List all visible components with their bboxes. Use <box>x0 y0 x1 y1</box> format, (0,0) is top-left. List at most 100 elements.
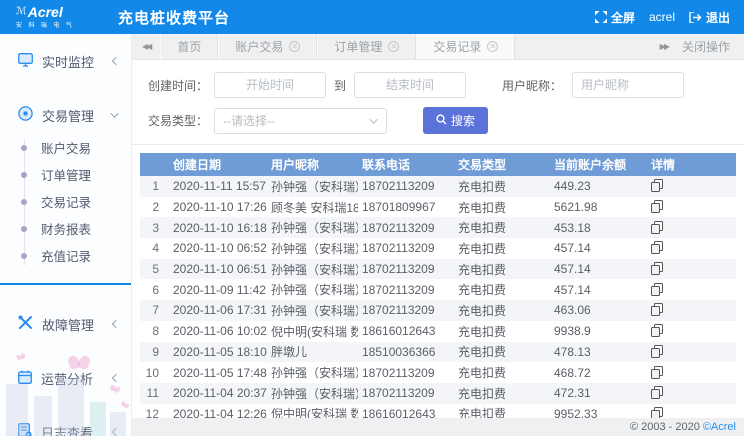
row-index: 5 <box>140 259 169 280</box>
tab-label: 账户交易 <box>235 38 283 55</box>
detail-copy-icon[interactable] <box>651 407 663 418</box>
detail-copy-icon[interactable] <box>651 200 663 216</box>
row-balance: 457.14 <box>550 259 647 280</box>
logo-brand-row: ℳ Acrel <box>16 6 118 19</box>
row-balance: 449.23 <box>550 176 647 197</box>
detail-copy-icon[interactable] <box>651 386 663 402</box>
start-time-input[interactable] <box>214 72 326 98</box>
sidebar-subitem[interactable]: 订单管理 <box>0 161 131 188</box>
tab-close-icon[interactable]: ✕ <box>487 41 498 52</box>
acrel-link[interactable]: ©Acrel <box>703 421 736 433</box>
username[interactable]: acrel <box>649 10 675 24</box>
sidebar-item-trade-management[interactable]: 交易管理 <box>0 100 131 130</box>
detail-copy-icon[interactable] <box>651 324 663 340</box>
logout-icon <box>689 12 702 23</box>
sidebar-subitem[interactable]: 财务报表 <box>0 215 131 242</box>
sidebar-subitem-label: 订单管理 <box>41 165 91 184</box>
detail-copy-icon[interactable] <box>651 345 663 361</box>
trade-type-select[interactable]: --请选择-- <box>214 108 387 134</box>
row-nickname: 胖墩儿 <box>267 342 358 363</box>
log-document-icon <box>18 423 32 436</box>
row-balance: 5621.98 <box>550 197 647 218</box>
row-nickname: 孙钟强（安科瑞） <box>267 279 358 300</box>
detail-copy-icon[interactable] <box>651 366 663 382</box>
tab-home[interactable]: 首页 <box>160 34 218 59</box>
filter-row-2: 交易类型： --请选择-- 搜索 <box>148 107 728 134</box>
sidebar-item-fault-management[interactable]: 故障管理 <box>0 309 131 339</box>
row-nickname: 倪中明(安科瑞 数据部)1 <box>267 321 358 342</box>
logout-label: 退出 <box>706 9 730 26</box>
table-row: 1 2020-11-11 15:57:23 孙钟强（安科瑞） 187021132… <box>140 176 736 197</box>
table-row: 2 2020-11-10 17:26:11 顾冬美 安科瑞1870180 187… <box>140 197 736 218</box>
row-index: 10 <box>140 362 169 383</box>
tab-account-trade[interactable]: 账户交易 ✕ <box>218 34 317 59</box>
row-nickname: 孙钟强（安科瑞） <box>267 362 358 383</box>
tab-close-icon[interactable]: ✕ <box>289 41 300 52</box>
table-header: 创建日期 用户昵称 联系电话 交易类型 当前账户余额 详情 <box>140 153 736 176</box>
table-row: 5 2020-11-10 06:51:44 孙钟强（安科瑞） 187021132… <box>140 259 736 280</box>
nickname-input[interactable] <box>572 72 684 98</box>
butterfly-icon <box>16 353 26 361</box>
tab-order-management[interactable]: 订单管理 ✕ <box>317 34 416 59</box>
detail-copy-icon[interactable] <box>651 241 663 257</box>
col-index <box>140 153 169 176</box>
create-time-label: 创建时间： <box>148 77 214 94</box>
tabs-scroll-left-icon[interactable]: ◀◀ <box>132 42 160 51</box>
sidebar-subitem[interactable]: 账户交易 <box>0 134 131 161</box>
detail-copy-icon[interactable] <box>651 283 663 299</box>
close-operations-button[interactable]: 关闭操作 <box>678 38 744 55</box>
row-nickname: 孙钟强（安科瑞） <box>267 176 358 197</box>
filter-section: 创建时间： 到 用户昵称： 交易类型： --请选择-- <box>132 60 744 145</box>
tab-label: 订单管理 <box>334 38 382 55</box>
sidebar-item-realtime-monitor[interactable]: 实时监控 <box>0 46 131 76</box>
sidebar-item-label: 运营分析 <box>41 369 93 388</box>
row-trade-type: 充电扣费 <box>454 404 550 418</box>
table-body: 1 2020-11-11 15:57:23 孙钟强（安科瑞） 187021132… <box>140 176 736 418</box>
sidebar-subitem-label: 充值记录 <box>41 246 91 265</box>
logout-button[interactable]: 退出 <box>689 9 730 26</box>
row-trade-type: 充电扣费 <box>454 238 550 259</box>
tab-transaction-records[interactable]: 交易记录 ✕ <box>416 34 515 59</box>
calendar-icon <box>18 370 32 387</box>
nickname-label: 用户昵称： <box>502 77 562 94</box>
detail-copy-icon[interactable] <box>651 221 663 237</box>
col-nickname: 用户昵称 <box>267 153 358 176</box>
logo-subtitle: 安 科 瑞 电 气 <box>16 20 118 29</box>
bullet-icon <box>21 199 27 205</box>
transaction-records-panel: 创建时间： 到 用户昵称： 交易类型： --请选择-- <box>132 60 744 418</box>
detail-copy-icon[interactable] <box>651 303 663 319</box>
row-create-date: 2020-11-06 17:31:29 <box>169 300 267 321</box>
main-area: ◀◀ 首页 账户交易 ✕ 订单管理 ✕ 交易记录 ✕ <box>132 34 744 436</box>
bullet-icon <box>21 253 27 259</box>
row-create-date: 2020-11-05 17:48:59 <box>169 362 267 383</box>
detail-copy-icon[interactable] <box>651 179 663 195</box>
end-time-input[interactable] <box>354 72 466 98</box>
tab-bar: ◀◀ 首页 账户交易 ✕ 订单管理 ✕ 交易记录 ✕ <box>132 34 744 60</box>
detail-copy-icon[interactable] <box>651 262 663 278</box>
table-row: 9 2020-11-05 18:10:13 胖墩儿 18510036366 充电… <box>140 342 736 363</box>
acrel-logo: ℳ Acrel 安 科 瑞 电 气 <box>0 6 118 29</box>
search-button[interactable]: 搜索 <box>423 107 488 134</box>
tab-close-icon[interactable]: ✕ <box>388 41 399 52</box>
row-phone: 18701809967 <box>358 197 454 218</box>
tabs-scroll-right-icon[interactable]: ▶▶ <box>650 42 678 51</box>
row-phone: 18702113209 <box>358 217 454 238</box>
bullet-icon <box>21 172 27 178</box>
sidebar-subitem[interactable]: 充值记录 <box>0 242 131 269</box>
chevron-left-icon <box>112 320 120 328</box>
records-table-wrapper: 创建日期 用户昵称 联系电话 交易类型 当前账户余额 详情 1 <box>132 145 744 418</box>
row-balance: 457.14 <box>550 238 647 259</box>
table-row: 11 2020-11-04 20:37:02 孙钟强（安科瑞） 18702113… <box>140 383 736 404</box>
row-create-date: 2020-11-10 06:51:44 <box>169 259 267 280</box>
sidebar-subitem[interactable]: 交易记录 <box>0 188 131 215</box>
row-create-date: 2020-11-06 10:02:33 <box>169 321 267 342</box>
row-phone: 18702113209 <box>358 300 454 321</box>
sidebar-item-log-view[interactable]: 日志查看 <box>0 417 131 436</box>
row-index: 1 <box>140 176 169 197</box>
fullscreen-button[interactable]: 全屏 <box>595 9 635 26</box>
row-balance: 468.72 <box>550 362 647 383</box>
sidebar-item-operation-analysis[interactable]: 运营分析 <box>0 363 131 393</box>
to-label: 到 <box>334 77 346 94</box>
row-trade-type: 充电扣费 <box>454 217 550 238</box>
row-trade-type: 充电扣费 <box>454 197 550 218</box>
